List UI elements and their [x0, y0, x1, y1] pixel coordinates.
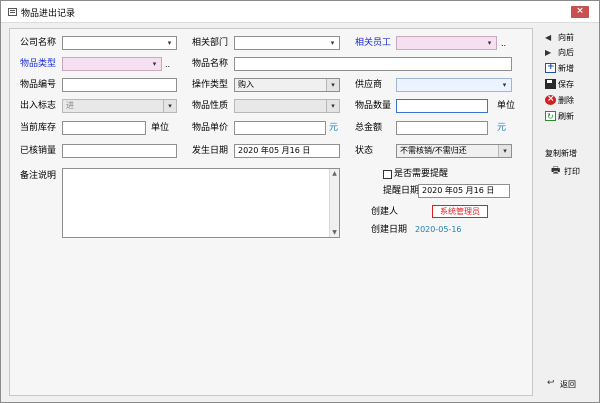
stock-unit-label: 单位: [151, 123, 170, 133]
stock-input[interactable]: [62, 121, 146, 135]
title-bar: 物品进出记录 ×: [1, 1, 599, 23]
return-icon: [547, 377, 558, 390]
save-button[interactable]: 保存: [545, 78, 574, 91]
unit-price-input[interactable]: [234, 121, 326, 135]
creator-label: 创建人: [371, 207, 399, 217]
remark-scrollbar[interactable]: ▲ ▼: [329, 169, 339, 237]
chevron-down-icon[interactable]: ▾: [326, 100, 339, 112]
arrow-left-icon: [545, 31, 556, 44]
supplier-select[interactable]: ▾: [396, 78, 512, 92]
print-label: 打印: [564, 167, 580, 176]
item-name-label: 物品名称: [192, 59, 229, 69]
save-icon: [545, 79, 556, 89]
stock-label: 当前库存: [20, 123, 57, 133]
delete-button[interactable]: 删除: [545, 93, 574, 107]
io-flag-label: 出入标志: [20, 101, 57, 111]
remark-textarea[interactable]: ▲ ▼: [62, 168, 340, 238]
prev-button[interactable]: 向前: [545, 31, 574, 44]
io-flag-value: 进: [66, 101, 74, 110]
status-value: 不需核销/不需归还: [400, 146, 467, 155]
record-window: 物品进出记录 × 公司名称 ▾ 相关部门 ▾ 相关员工 ▾ .. 物品类型 ▾ …: [0, 0, 600, 403]
item-type-label: 物品类型: [20, 59, 57, 69]
refresh-button[interactable]: 刷新: [545, 110, 574, 123]
new-button[interactable]: 新增: [545, 61, 574, 75]
action-toolbar: 向前 向后 新增 保存 删除 刷新 复制新增 打印 返回: [537, 28, 597, 396]
total-currency-label: 元: [497, 123, 507, 133]
window-title: 物品进出记录: [21, 9, 76, 19]
next-button[interactable]: 向后: [545, 46, 574, 59]
close-button[interactable]: ×: [571, 6, 589, 18]
item-qty-input[interactable]: [396, 99, 488, 113]
remind-checkbox[interactable]: [383, 170, 392, 179]
occur-date-label: 发生日期: [192, 146, 229, 156]
writeoff-label: 已核销量: [20, 146, 57, 156]
remind-date-picker[interactable]: 2020 年05 月16 日: [418, 184, 510, 198]
status-select[interactable]: 不需核销/不需归还 ▾: [396, 144, 512, 158]
chevron-down-icon[interactable]: ▾: [326, 79, 339, 91]
arrow-right-icon: [545, 46, 556, 59]
back-label: 返回: [560, 380, 576, 389]
unit-price-label: 物品单价: [192, 123, 229, 133]
price-currency-label: 元: [329, 123, 339, 133]
delete-icon: [545, 93, 556, 106]
scroll-down-icon[interactable]: ▼: [330, 228, 339, 237]
chevron-down-icon[interactable]: ▾: [163, 100, 176, 112]
create-date-value: 2020-05-16: [415, 225, 462, 234]
chevron-down-icon[interactable]: ▾: [498, 79, 511, 91]
staff-browse-button[interactable]: ..: [501, 38, 506, 50]
writeoff-input[interactable]: [62, 144, 177, 158]
remark-label: 备注说明: [20, 171, 57, 181]
creator-value: 系统管理员: [432, 205, 488, 218]
remind-date-label: 提醒日期: [383, 186, 420, 196]
op-type-value: 购入: [238, 80, 254, 89]
company-select[interactable]: ▾: [62, 36, 177, 50]
printer-icon: [551, 164, 562, 177]
prev-label: 向前: [558, 33, 574, 42]
form-panel: 公司名称 ▾ 相关部门 ▾ 相关员工 ▾ .. 物品类型 ▾ .. 物品名称 物…: [9, 28, 533, 396]
op-type-label: 操作类型: [192, 80, 229, 90]
create-date-label: 创建日期: [371, 225, 408, 235]
copy-new-button[interactable]: 复制新增: [545, 148, 577, 159]
scroll-up-icon[interactable]: ▲: [330, 169, 339, 178]
total-label: 总金额: [355, 123, 383, 133]
staff-select[interactable]: ▾: [396, 36, 497, 50]
io-flag-select[interactable]: 进 ▾: [62, 99, 177, 113]
dept-label: 相关部门: [192, 38, 229, 48]
item-qty-label: 物品数量: [355, 101, 392, 111]
chevron-down-icon[interactable]: ▾: [498, 145, 511, 157]
back-button[interactable]: 返回: [547, 377, 576, 391]
chevron-down-icon[interactable]: ▾: [148, 58, 161, 70]
company-label: 公司名称: [20, 38, 57, 48]
chevron-down-icon[interactable]: ▾: [163, 37, 176, 49]
status-label: 状态: [355, 146, 374, 156]
next-label: 向后: [558, 48, 574, 57]
new-record-icon: [545, 61, 556, 74]
total-input[interactable]: [396, 121, 488, 135]
item-type-select[interactable]: ▾: [62, 57, 162, 71]
supplier-label: 供应商: [355, 80, 383, 90]
item-nature-select[interactable]: ▾: [234, 99, 340, 113]
item-name-input[interactable]: [234, 57, 512, 71]
item-code-label: 物品编号: [20, 80, 57, 90]
item-type-browse-button[interactable]: ..: [165, 59, 170, 71]
dept-select[interactable]: ▾: [234, 36, 340, 50]
need-remind-label: 是否需要提醒: [394, 169, 449, 179]
print-button[interactable]: 打印: [551, 164, 580, 178]
item-nature-label: 物品性质: [192, 101, 229, 111]
save-label: 保存: [558, 80, 574, 89]
item-code-input[interactable]: [62, 78, 177, 92]
occur-date-picker[interactable]: 2020 年05 月16 日: [234, 144, 340, 158]
op-type-select[interactable]: 购入 ▾: [234, 78, 340, 92]
delete-label: 删除: [558, 96, 574, 105]
window-icon: [8, 8, 17, 16]
chevron-down-icon[interactable]: ▾: [483, 37, 496, 49]
staff-label: 相关员工: [355, 38, 392, 48]
new-label: 新增: [558, 64, 574, 73]
qty-unit-label: 单位: [497, 101, 516, 111]
chevron-down-icon[interactable]: ▾: [326, 37, 339, 49]
refresh-icon: [545, 110, 556, 123]
refresh-label: 刷新: [558, 112, 574, 121]
